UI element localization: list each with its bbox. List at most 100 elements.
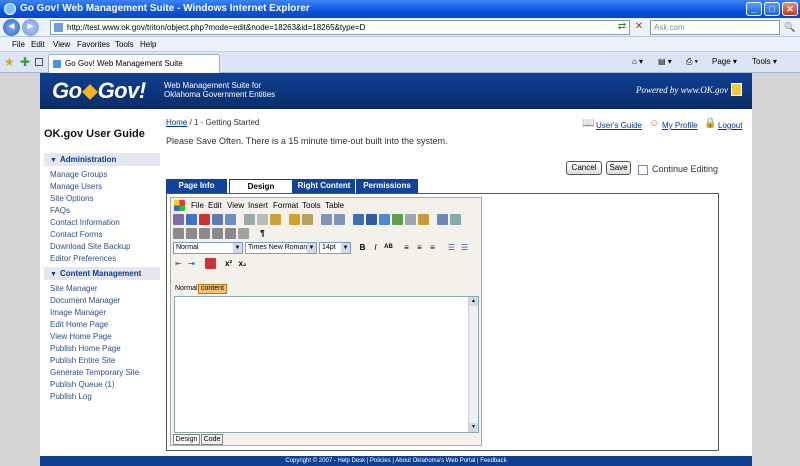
strikethrough-button[interactable]: AB [383,242,394,253]
section-content-management[interactable]: ▼ Content Management [44,267,160,280]
editor-scrollbar[interactable]: ▲ ▼ [468,297,478,432]
delete-column-icon[interactable] [212,228,223,239]
merge-cells-icon[interactable] [225,228,236,239]
editor-menu-format[interactable]: Format [273,201,298,210]
nav-publish-log[interactable]: Publish Log [50,392,92,401]
link-icon[interactable] [353,214,364,225]
menu-favorites[interactable]: Favorites [77,40,110,49]
tab-permissions[interactable]: Permissions [356,179,419,193]
undo-icon[interactable] [321,214,332,225]
nav-editor-preferences[interactable]: Editor Preferences [50,254,116,263]
editor-menu-tools[interactable]: Tools [302,201,321,210]
maximize-button[interactable]: □ [764,2,780,16]
paragraph-style-select[interactable]: Normal ▼ [173,242,243,254]
media-icon[interactable] [405,214,416,225]
align-left-icon[interactable]: ≡ [401,242,412,253]
cancel-button[interactable]: Cancel [566,161,602,175]
breadcrumb-home-link[interactable]: Home [166,118,187,127]
browser-tab[interactable]: Go Gov! Web Management Suite [48,54,220,73]
table-props-icon[interactable] [450,214,461,225]
replace-icon[interactable] [225,214,236,225]
nav-publish-home-page[interactable]: Publish Home Page [50,344,121,353]
nav-download-site-backup[interactable]: Download Site Backup [50,242,131,251]
logout-link[interactable]: Logout [718,121,742,130]
tab-design[interactable]: Design [229,179,293,193]
code-mode-tab[interactable]: Code [201,434,223,445]
redo-icon[interactable] [334,214,345,225]
continue-editing-checkbox[interactable] [638,165,648,175]
editor-menu-file[interactable]: File [191,201,204,210]
text-color-icon[interactable] [205,258,216,269]
scroll-down-icon[interactable]: ▼ [469,423,478,432]
quick-tabs-icon[interactable] [35,58,43,66]
stop-icon[interactable]: ✕ [631,20,647,35]
minimize-button[interactable]: _ [746,2,762,16]
insert-table-icon[interactable] [437,214,448,225]
tab-page-info[interactable]: Page Info [166,179,228,193]
delete-row-icon[interactable] [199,228,210,239]
document-link-icon[interactable] [418,214,429,225]
print-icon[interactable]: ⎙ ▾ [686,57,698,67]
subscript-button[interactable]: x₂ [237,258,248,269]
align-center-icon[interactable]: ≡ [414,242,425,253]
users-guide-link[interactable]: User's Guide [596,121,642,130]
search-input[interactable]: Ask.com [650,20,780,35]
path-content[interactable]: content [198,284,227,294]
menu-tools[interactable]: Tools [115,40,134,49]
editor-menu-table[interactable]: Table [325,201,344,210]
bold-button[interactable]: B [357,242,368,253]
favorites-star-icon[interactable]: ★ [4,55,15,69]
outdent-icon[interactable]: ⇤ [173,258,184,269]
ordered-list-icon[interactable]: ☰ [446,242,457,253]
editor-menu-edit[interactable]: Edit [208,201,222,210]
menu-help[interactable]: Help [140,40,156,49]
my-profile-link[interactable]: My Profile [662,121,698,130]
menu-view[interactable]: View [53,40,70,49]
superscript-button[interactable]: x² [223,258,234,269]
insert-row-icon[interactable] [173,228,184,239]
image-icon[interactable] [392,214,403,225]
anchor-icon[interactable] [379,214,390,225]
refresh-icon[interactable]: ⇄ [614,20,630,35]
nav-view-home-page[interactable]: View Home Page [50,332,112,341]
url-input[interactable]: http://test.www.ok.gov/triton/object.php… [50,20,630,35]
add-favorite-icon[interactable]: ✚ [20,55,30,69]
nav-site-manager[interactable]: Site Manager [50,284,98,293]
split-cell-icon[interactable] [238,228,249,239]
indent-icon[interactable]: ⇥ [186,258,197,269]
tab-right-content[interactable]: Right Content [293,179,356,193]
editor-menu-insert[interactable]: Insert [248,201,268,210]
insert-column-icon[interactable] [186,228,197,239]
nav-contact-forms[interactable]: Contact Forms [50,230,102,239]
format-painter-icon[interactable] [289,214,300,225]
clear-format-icon[interactable] [302,214,313,225]
unordered-list-icon[interactable]: ☰ [459,242,470,253]
editor-menu-view[interactable]: View [227,201,244,210]
home-icon[interactable]: ⌂ ▾ [632,57,643,66]
scroll-up-icon[interactable]: ▲ [469,297,478,306]
save-doc-icon[interactable] [173,214,184,225]
design-mode-tab[interactable]: Design [173,434,200,445]
search-icon[interactable]: 🔍 [783,20,797,35]
menu-edit[interactable]: Edit [31,40,45,49]
pilcrow-icon[interactable]: ¶ [257,228,268,239]
abc-spell-icon[interactable] [199,214,210,225]
nav-image-manager[interactable]: Image Manager [50,308,106,317]
nav-edit-home-page[interactable]: Edit Home Page [50,320,108,329]
nav-site-options[interactable]: Site Options [50,194,94,203]
editor-text-area[interactable]: ▲ ▼ [174,296,479,433]
nav-generate-temporary-site[interactable]: Generate Temporary Site [50,368,139,377]
page-menu[interactable]: Page ▾ [712,57,737,66]
path-normal[interactable]: Normal [175,285,198,292]
nav-manage-users[interactable]: Manage Users [50,182,102,191]
nav-faqs[interactable]: FAQs [50,206,70,215]
close-window-button[interactable]: ✕ [782,2,798,16]
nav-document-manager[interactable]: Document Manager [50,296,120,305]
cut-icon[interactable] [244,214,255,225]
spellcheck-icon[interactable] [186,214,197,225]
italic-button[interactable]: I [370,242,381,253]
section-administration[interactable]: ▼ Administration [44,153,160,166]
find-icon[interactable] [212,214,223,225]
gogov-logo[interactable]: Go Gov! [52,78,146,104]
unlink-icon[interactable] [366,214,377,225]
